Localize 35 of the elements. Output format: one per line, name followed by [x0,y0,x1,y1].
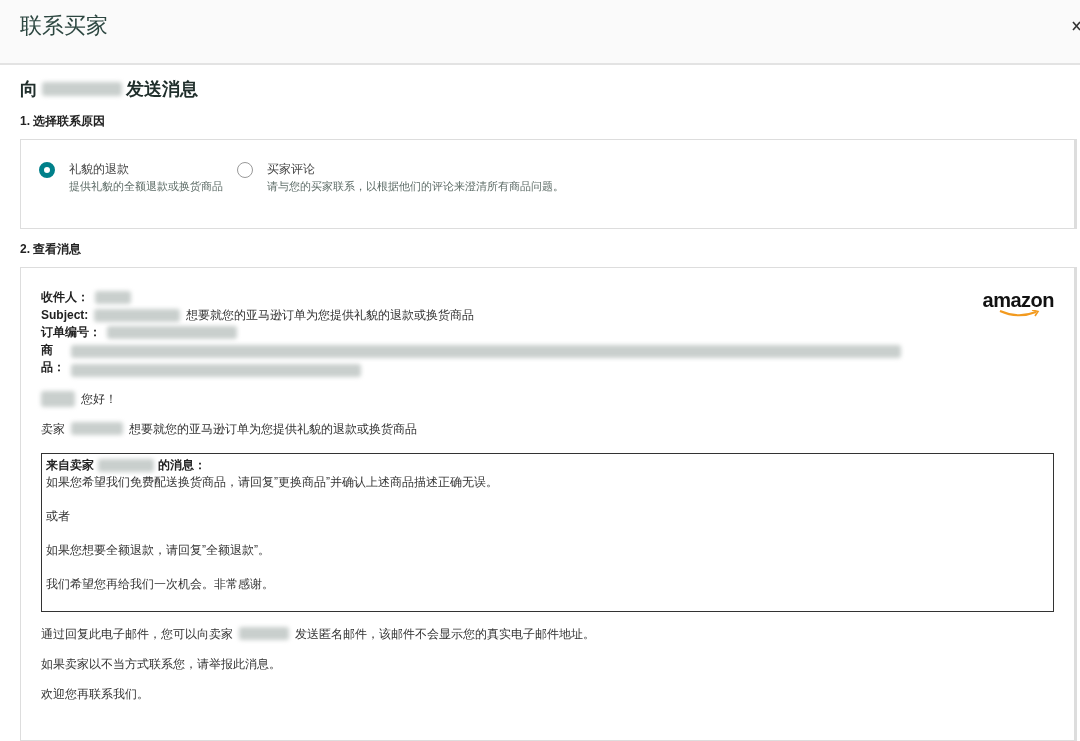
radio-button[interactable] [39,162,55,178]
quote-paragraph: 如果您想要全额退款，请回复”全额退款”。 [46,541,271,558]
subject-text: 想要就您的亚马逊订单为您提供礼貌的退款或换货商品 [186,306,475,324]
amazon-logo: amazon [982,290,1054,377]
field-label: Subject: [41,306,89,324]
quote-paragraph: 我们希望您再给我们一次机会。非常感谢。 [46,575,275,592]
dialog-title: 联系买家 [20,12,108,40]
option-label: 买家评论 [267,161,316,178]
closing-text: 如果卖家以不当方式联系您，请举报此消息。 [41,655,282,672]
step-label: 1. 选择联系原因 [20,113,107,130]
option-description: 请与您的买家联系，以根据他们的评论来澄清所有商品问题。 [267,179,564,194]
heading-text: 向 [20,78,38,101]
intro-text: 想要就您的亚马逊订单为您提供礼貌的退款或换货商品 [129,420,417,437]
option-description: 提供礼貌的全额退款或换货商品 [69,179,223,194]
field-label: 订单编号： [41,324,101,341]
redaction-blur [95,291,131,304]
notice-text: 发送匿名邮件，该邮件不会显示您的真实电子邮件地址。 [295,625,595,642]
redaction-blur [41,390,75,407]
redaction-blur [98,458,154,472]
quote-title: 的消息： [158,456,206,474]
option-label: 礼貌的退款 [69,161,130,178]
redaction-blur [239,627,289,640]
step-label: 2. 查看消息 [20,241,83,258]
greeting-text: 您好！ [81,390,117,407]
closing-text: 欢迎您再联系我们。 [41,685,150,702]
field-label: 商品： [41,341,65,376]
redaction-blur [71,422,123,435]
notice-text: 通过回复此电子邮件，您可以向卖家 [41,625,233,642]
intro-text: 卖家 [41,420,65,437]
quote-paragraph: 如果您希望我们免费配送换货商品，请回复”更换商品”并确认上述商品描述正确无误。 [46,473,499,490]
close-icon[interactable] [1072,20,1080,32]
heading-text: 发送消息 [126,78,198,101]
field-label: 收件人： [41,289,89,306]
quote-paragraph: 或者 [46,507,71,524]
quote-title: 来自卖家 [46,456,94,474]
